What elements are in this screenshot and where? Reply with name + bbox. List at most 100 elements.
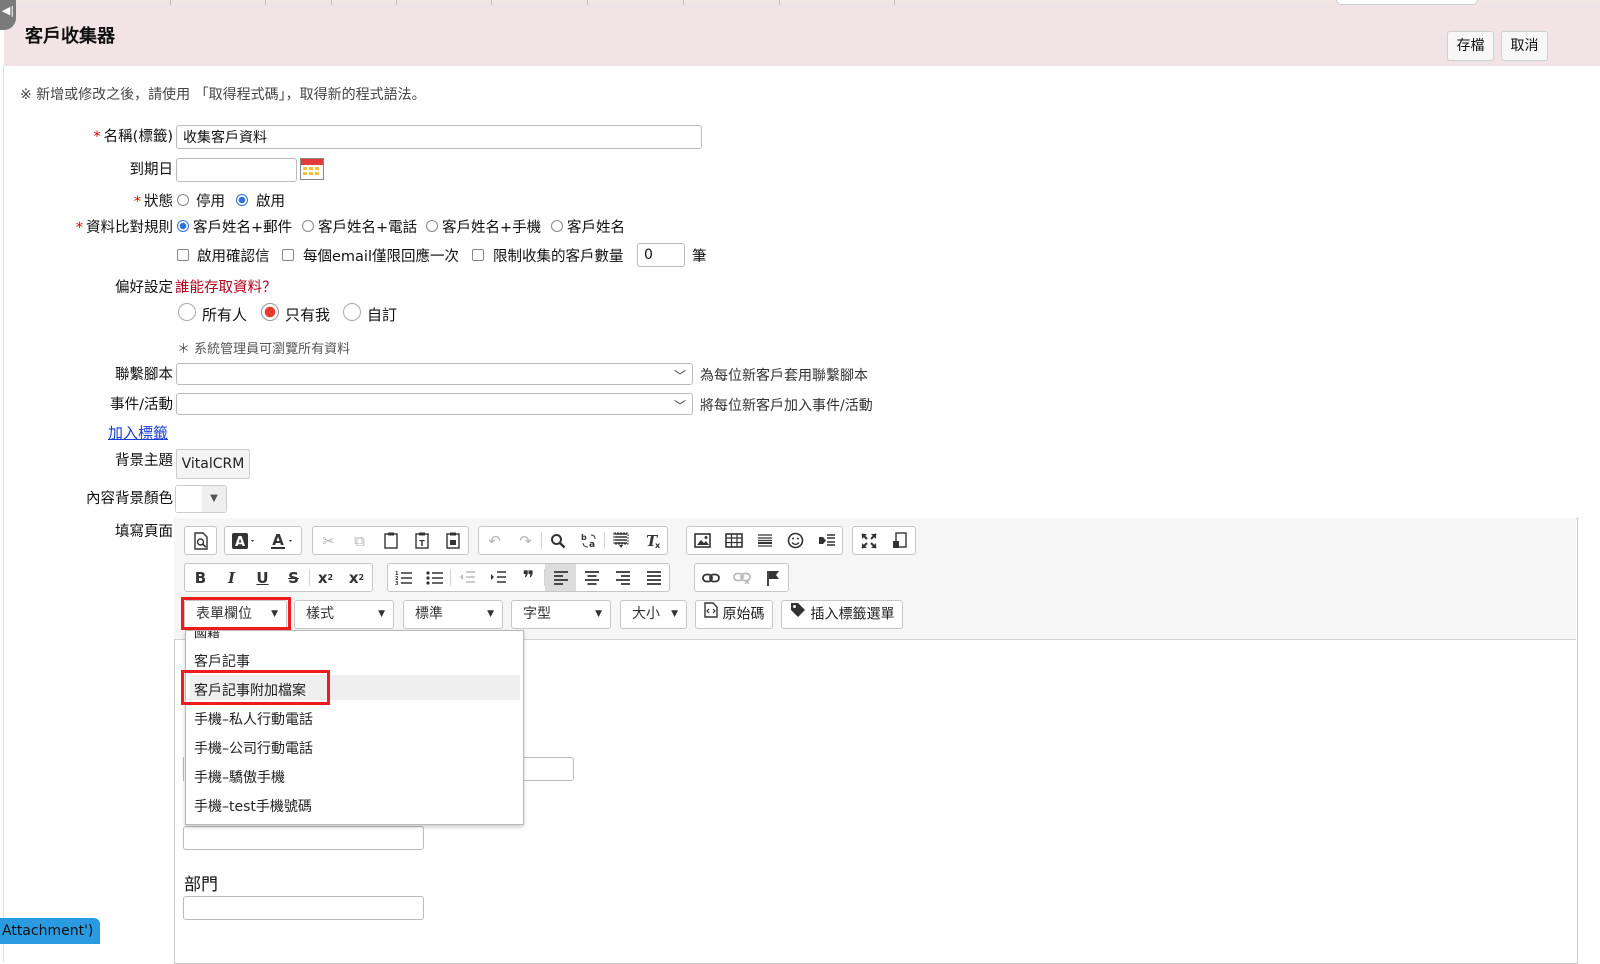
- calendar-icon[interactable]: [300, 158, 324, 180]
- superscript-icon[interactable]: x2: [341, 564, 372, 591]
- status-option-enabled: 啟用: [256, 194, 285, 210]
- access-radio-only-me[interactable]: [261, 303, 279, 321]
- toolbar-group-colors: A A: [224, 526, 302, 555]
- unlink-icon[interactable]: [726, 564, 757, 591]
- paste-text-icon[interactable]: T: [406, 527, 437, 554]
- dropdown-item[interactable]: 手機–私人行動電話: [194, 709, 313, 729]
- page-title: 客戶收集器: [25, 26, 115, 47]
- smiley-icon[interactable]: [780, 527, 811, 554]
- outdent-icon[interactable]: [451, 564, 482, 591]
- required-mark: *: [133, 194, 141, 210]
- strikethrough-icon[interactable]: S: [278, 564, 309, 591]
- bg-color-icon[interactable]: A: [225, 527, 263, 554]
- subscript-icon[interactable]: x2: [310, 564, 341, 591]
- italic-icon[interactable]: I: [216, 564, 247, 591]
- limit-count-checkbox[interactable]: [472, 249, 484, 261]
- name-input[interactable]: [176, 125, 702, 149]
- status-radio-enabled[interactable]: [236, 194, 248, 206]
- expiry-label: 到期日: [129, 162, 174, 178]
- access-radio-custom[interactable]: [343, 303, 361, 321]
- status-label: * 狀態: [134, 190, 173, 211]
- blockquote-icon[interactable]: ❞: [513, 564, 544, 591]
- insert-tag-menu-button[interactable]: 插入標籤選單: [781, 600, 904, 629]
- access-option-custom: 自訂: [367, 306, 398, 324]
- dropdown-item[interactable]: 手機–test手機號碼: [194, 796, 312, 816]
- align-left-icon[interactable]: [545, 564, 576, 591]
- table-icon[interactable]: [718, 527, 749, 554]
- save-button[interactable]: 存檔: [1447, 31, 1494, 61]
- indent-icon[interactable]: [482, 564, 513, 591]
- undo-icon[interactable]: ↶: [479, 527, 510, 554]
- event-hint: 將每位新客戶加入事件/活動: [700, 398, 873, 414]
- add-tag-link[interactable]: 加入標籤: [108, 422, 168, 443]
- source-code-button[interactable]: 原始碼: [695, 600, 774, 629]
- maximize-icon[interactable]: [853, 527, 884, 554]
- preview-icon[interactable]: [185, 527, 216, 554]
- caret-down-icon: ▼: [671, 609, 678, 619]
- horizontal-rule-icon[interactable]: [749, 527, 780, 554]
- align-right-icon[interactable]: [607, 564, 638, 591]
- event-select[interactable]: ﹀: [176, 393, 693, 415]
- replace-icon[interactable]: ba: [573, 527, 604, 554]
- bold-icon[interactable]: B: [185, 564, 216, 591]
- cancel-button[interactable]: 取消: [1501, 31, 1548, 61]
- font-combo[interactable]: 字型 ▼: [511, 600, 611, 629]
- admin-note: ＊ 系統管理員可瀏覽所有資料: [177, 342, 351, 357]
- caret-down-icon: ▼: [378, 609, 385, 619]
- find-icon[interactable]: [542, 527, 573, 554]
- once-per-email-checkbox[interactable]: [282, 249, 294, 261]
- match-radio-name-email[interactable]: [177, 220, 189, 232]
- match-radio-name-phone[interactable]: [302, 220, 314, 232]
- top-search-box[interactable]: [1336, 0, 1478, 5]
- tab-divider: [170, 0, 171, 5]
- theme-button[interactable]: VitalCRM: [176, 449, 250, 479]
- who-can-access-link[interactable]: 誰能存取資料？: [175, 276, 277, 297]
- size-combo[interactable]: 大小 ▼: [620, 600, 687, 629]
- dropdown-item-partial[interactable]: 國籍: [194, 631, 220, 641]
- access-option-everyone: 所有人: [202, 306, 248, 324]
- dropdown-item[interactable]: 手機–驕傲手機: [194, 767, 285, 787]
- redo-icon[interactable]: ↷: [510, 527, 541, 554]
- numbered-list-icon[interactable]: 123: [388, 564, 419, 591]
- select-all-icon[interactable]: [605, 527, 636, 554]
- copy-icon[interactable]: ⧉: [344, 527, 375, 554]
- paste-word-icon[interactable]: [437, 527, 468, 554]
- text-color-icon[interactable]: A: [263, 527, 301, 554]
- remove-format-icon[interactable]: Tx: [636, 527, 667, 554]
- toolbar-group-view: [852, 526, 916, 555]
- contact-script-select[interactable]: ﹀: [176, 363, 693, 385]
- expiry-date-input[interactable]: [176, 158, 297, 182]
- content-text-input-partial[interactable]: [522, 757, 574, 781]
- limit-count-input[interactable]: [637, 243, 685, 267]
- justify-icon[interactable]: [638, 564, 669, 591]
- match-rule-label: * 資料比對規則: [76, 216, 173, 237]
- status-option-disabled: 停用: [196, 194, 225, 210]
- style-combo[interactable]: 樣式 ▼: [294, 600, 394, 629]
- required-mark: *: [93, 129, 101, 145]
- page-break-icon[interactable]: [811, 527, 842, 554]
- anchor-flag-icon[interactable]: [757, 564, 788, 591]
- bg-color-picker[interactable]: ▼: [175, 485, 227, 513]
- underline-icon[interactable]: U: [247, 564, 278, 591]
- department-input[interactable]: [183, 896, 424, 920]
- match-radio-name-mobile[interactable]: [426, 220, 438, 232]
- dropdown-item[interactable]: 客戶記事: [194, 651, 250, 671]
- link-icon[interactable]: [695, 564, 726, 591]
- page-header: [4, 6, 1600, 66]
- confirm-email-checkbox[interactable]: [177, 249, 189, 261]
- format-combo[interactable]: 標準 ▼: [403, 600, 503, 629]
- style-combo-label: 樣式: [306, 606, 334, 622]
- match-radio-name[interactable]: [551, 220, 563, 232]
- show-blocks-icon[interactable]: [884, 527, 915, 554]
- cut-icon[interactable]: ✂: [313, 527, 344, 554]
- image-icon[interactable]: [687, 527, 718, 554]
- align-center-icon[interactable]: [576, 564, 607, 591]
- content-text-input[interactable]: [183, 826, 424, 850]
- access-radio-everyone[interactable]: [178, 303, 196, 321]
- bullet-list-icon[interactable]: [419, 564, 450, 591]
- contact-script-label: 聯繫腳本: [115, 367, 173, 383]
- match-option-name-phone: 客戶姓名+電話: [318, 220, 418, 236]
- dropdown-item[interactable]: 手機–公司行動電話: [194, 738, 313, 758]
- status-radio-disabled[interactable]: [177, 194, 189, 206]
- paste-icon[interactable]: [375, 527, 406, 554]
